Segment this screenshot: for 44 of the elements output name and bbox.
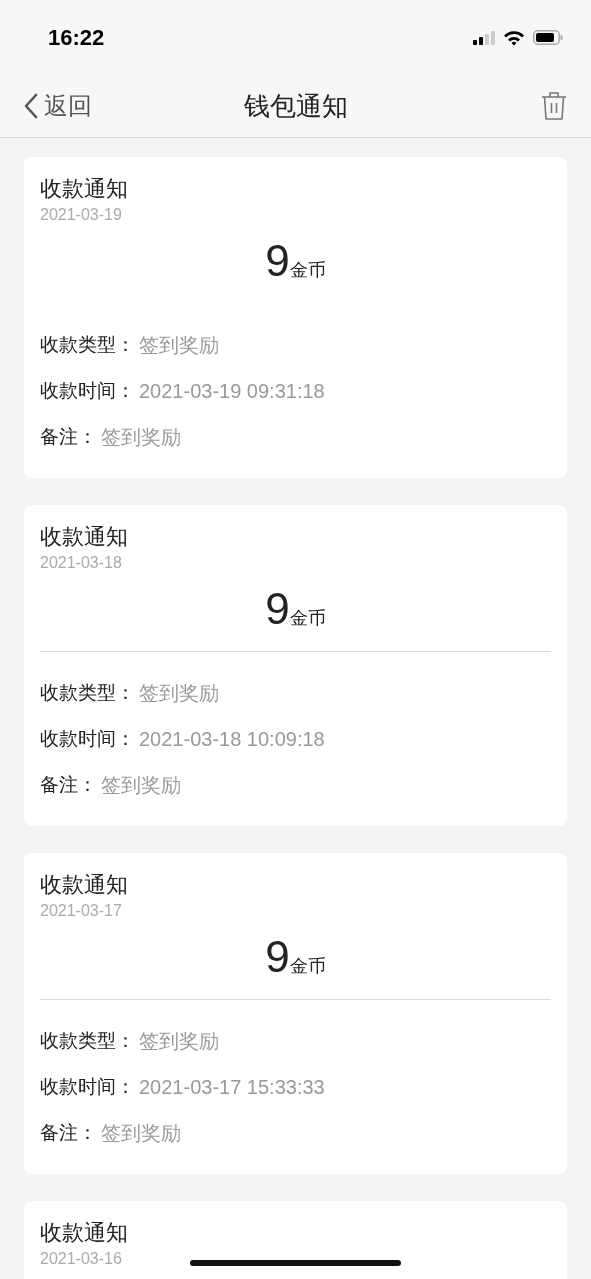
amount-unit: 金币 [289, 955, 326, 978]
card-title: 收款通知 [40, 1219, 128, 1247]
amount-unit: 金币 [289, 259, 326, 282]
field-value: 签到奖励 [139, 1028, 219, 1054]
field-label: 收款类型： [40, 680, 135, 705]
card-date: 2021-03-16 [40, 1249, 122, 1269]
field-label: 备注： [40, 424, 97, 449]
wifi-icon [503, 29, 525, 46]
card-date: 2021-03-18 [40, 553, 122, 573]
back-button[interactable]: 返回 [24, 90, 92, 122]
page-title: 钱包通知 [243, 89, 348, 123]
amount-unit: 金币 [289, 607, 326, 630]
notification-card[interactable]: 收款通知 2021-03-18 9金币 收款类型： 签到奖励 收款时间： 2021-03-18 10:09:18 备注： 签到奖励 [24, 505, 567, 826]
field-label: 收款类型： [40, 332, 135, 357]
battery-icon [533, 30, 563, 45]
field-value: 2021-03-18 10:09:18 [139, 727, 325, 751]
card-title: 收款通知 [40, 523, 128, 551]
field-value: 签到奖励 [101, 772, 181, 798]
status-time: 16:22 [48, 24, 105, 51]
field-value: 2021-03-17 15:33:33 [139, 1075, 325, 1099]
field-label: 备注： [40, 1120, 97, 1145]
field-value: 签到奖励 [139, 332, 219, 358]
field-label: 收款时间： [40, 1074, 135, 1099]
notification-card[interactable]: 收款通知 2021-03-16 [24, 1201, 567, 1279]
chevron-left-icon [24, 93, 38, 119]
field-label: 备注： [40, 772, 97, 797]
card-title: 收款通知 [40, 175, 128, 203]
card-date: 2021-03-17 [40, 901, 122, 921]
card-date: 2021-03-19 [40, 205, 122, 225]
amount-value: 9 [265, 239, 290, 283]
field-label: 收款时间： [40, 378, 135, 403]
field-value: 签到奖励 [101, 1120, 181, 1146]
amount-value: 9 [265, 935, 290, 979]
trash-icon[interactable] [541, 91, 567, 121]
field-label: 收款时间： [40, 726, 135, 751]
card-title: 收款通知 [40, 871, 128, 899]
amount-value: 9 [265, 587, 290, 631]
field-value: 2021-03-19 09:31:18 [139, 379, 325, 403]
field-value: 签到奖励 [139, 680, 219, 706]
notification-card[interactable]: 收款通知 2021-03-17 9金币 收款类型： 签到奖励 收款时间： 2021-03-17 15:33:33 备注： 签到奖励 [24, 853, 567, 1174]
notification-card[interactable]: 收款通知 2021-03-19 9金币 收款类型： 签到奖励 收款时间： 2021-03-19 09:31:18 备注： 签到奖励 [24, 157, 567, 478]
field-value: 签到奖励 [101, 424, 181, 450]
signal-icon [473, 30, 495, 45]
field-label: 收款类型： [40, 1028, 135, 1053]
